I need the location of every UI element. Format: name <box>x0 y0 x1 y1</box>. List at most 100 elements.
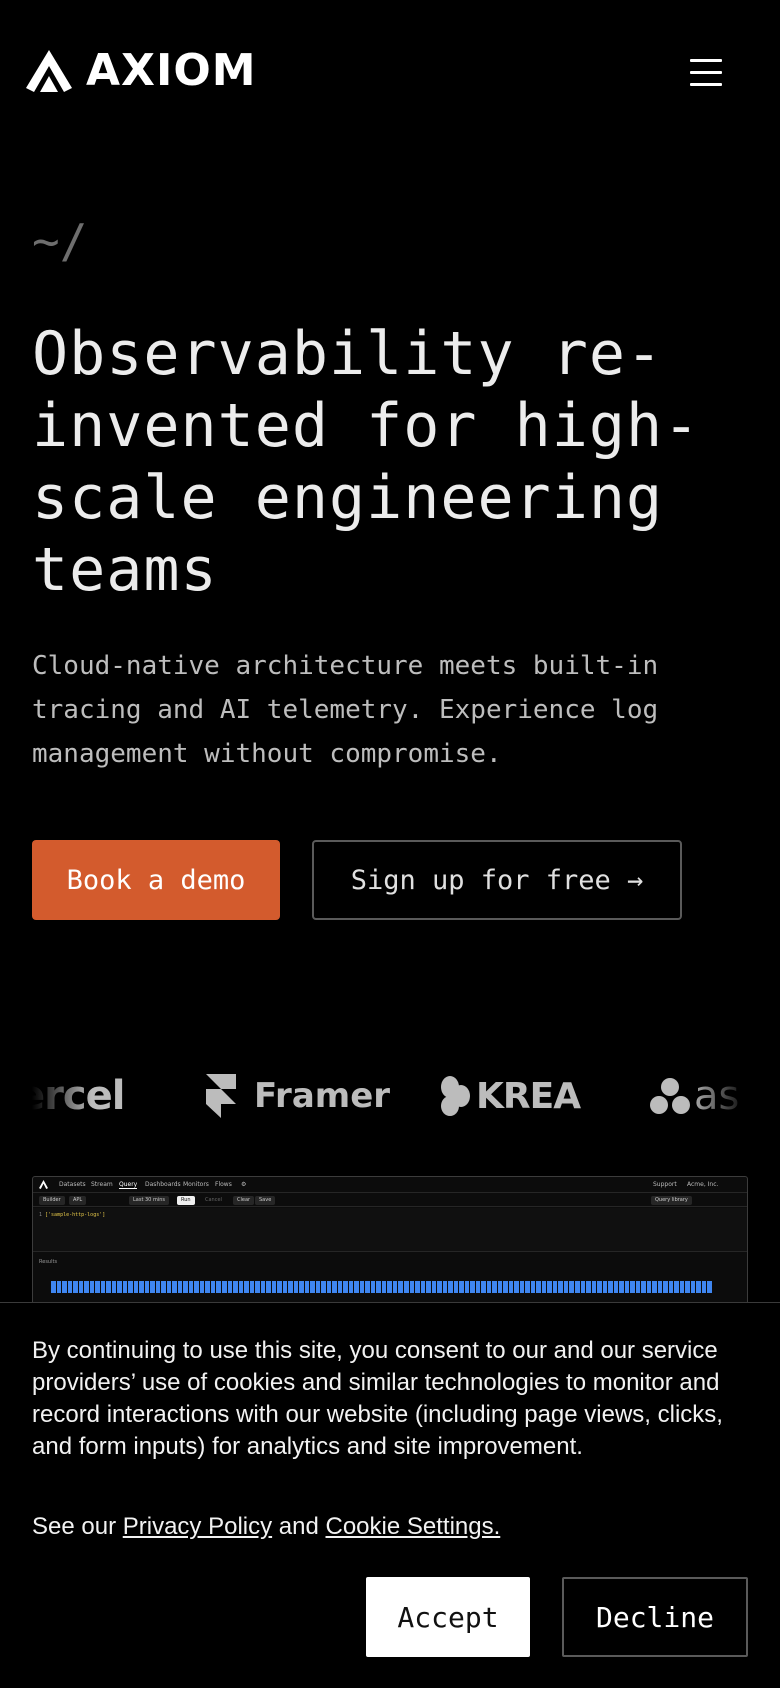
preview-histogram-bar <box>321 1281 326 1293</box>
preview-histogram-bar <box>56 1281 62 1293</box>
preview-histogram-bar <box>260 1281 266 1293</box>
preview-histogram-bar <box>233 1281 238 1293</box>
preview-histogram-bar <box>194 1281 199 1293</box>
site-header: AXIOM <box>0 0 780 150</box>
preview-histogram-bar <box>133 1281 139 1293</box>
preview-histogram-bar <box>420 1281 426 1293</box>
preview-histogram-bar <box>150 1281 155 1293</box>
cookie-settings-link[interactable]: Cookie Settings. <box>326 1513 501 1540</box>
preview-histogram-bar <box>442 1281 448 1293</box>
preview-histogram-bar <box>221 1281 227 1293</box>
preview-settings-icon: ⚙ <box>241 1181 247 1188</box>
preview-results-label: Results <box>39 1259 58 1265</box>
preview-histogram-bar <box>244 1281 249 1293</box>
preview-histogram-bar <box>591 1281 597 1293</box>
preview-histogram-bar <box>381 1281 387 1293</box>
axiom-mini-icon <box>39 1180 48 1189</box>
hero-subtitle: Cloud-native architecture meets built-in… <box>32 651 659 769</box>
krea-wordmark: KREA <box>476 1075 581 1117</box>
preview-histogram <box>51 1281 712 1293</box>
preview-histogram-bar <box>67 1281 73 1293</box>
preview-histogram-bar <box>304 1281 310 1293</box>
preview-histogram-bar <box>657 1281 663 1293</box>
framer-logo: Framer <box>206 1066 390 1126</box>
preview-histogram-bar <box>144 1281 150 1293</box>
preview-histogram-bar <box>679 1281 685 1293</box>
brand-name: AXIOM <box>86 45 257 96</box>
preview-query-library: Query library <box>651 1196 692 1205</box>
preview-histogram-bar <box>84 1281 89 1293</box>
preview-builder: Builder <box>39 1196 65 1205</box>
preview-histogram-bar <box>663 1281 668 1293</box>
preview-histogram-bar <box>161 1281 166 1293</box>
preview-nav-query: Query <box>119 1181 138 1189</box>
preview-histogram-bar <box>470 1281 475 1293</box>
sign-up-button[interactable]: Sign up for free → <box>312 840 682 920</box>
preview-nav-dashboards: Dashboards <box>145 1181 181 1188</box>
preview-histogram-bar <box>172 1281 177 1293</box>
preview-histogram-bar <box>128 1281 133 1293</box>
accept-button[interactable]: Accept <box>366 1577 530 1657</box>
preview-histogram-bar <box>188 1281 194 1293</box>
decline-button[interactable]: Decline <box>562 1577 748 1657</box>
preview-histogram-bar <box>481 1281 486 1293</box>
axiom-logo-icon <box>26 50 72 92</box>
cookie-banner: By continuing to use this site, you cons… <box>0 1302 780 1688</box>
cookie-links-line: See our Privacy Policy and Cookie Settin… <box>32 1511 752 1543</box>
preview-histogram-bar <box>646 1281 652 1293</box>
hero-eyebrow: ~/ <box>32 214 88 268</box>
preview-histogram-bar <box>139 1281 144 1293</box>
preview-histogram-bar <box>78 1281 84 1293</box>
preview-histogram-bar <box>437 1281 442 1293</box>
krea-logo-icon <box>441 1076 470 1116</box>
preview-histogram-bar <box>348 1281 354 1293</box>
preview-histogram-bar <box>332 1281 337 1293</box>
preview-histogram-bar <box>392 1281 398 1293</box>
framer-wordmark: Framer <box>254 1076 391 1116</box>
preview-histogram-bar <box>619 1281 624 1293</box>
preview-nav-stream: Stream <box>91 1181 113 1188</box>
book-demo-button[interactable]: Book a demo <box>32 840 280 920</box>
preview-histogram-bar <box>497 1281 503 1293</box>
preview-histogram-bar <box>448 1281 453 1293</box>
preview-histogram-bar <box>205 1281 210 1293</box>
preview-toolbar: Builder APL Last 30 mins Run Cancel Clea… <box>33 1193 747 1207</box>
preview-histogram-bar <box>597 1281 602 1293</box>
preview-histogram-bar <box>343 1281 348 1293</box>
preview-histogram-bar <box>475 1281 481 1293</box>
vercel-logo: ercel <box>32 1066 125 1126</box>
preview-histogram-bar <box>227 1281 233 1293</box>
preview-editor: 1 ['sample-http-logs'] <box>33 1208 747 1252</box>
preview-histogram-bar <box>668 1281 674 1293</box>
privacy-policy-link[interactable]: Privacy Policy <box>123 1513 272 1540</box>
vercel-wordmark: ercel <box>32 1073 125 1119</box>
preview-histogram-bar <box>503 1281 508 1293</box>
preview-cancel: Cancel <box>205 1197 222 1203</box>
preview-histogram-bar <box>641 1281 646 1293</box>
preview-histogram-bar <box>431 1281 437 1293</box>
preview-histogram-bar <box>95 1281 100 1293</box>
preview-histogram-bar <box>453 1281 459 1293</box>
preview-histogram-bar <box>586 1281 591 1293</box>
preview-histogram-bar <box>508 1281 514 1293</box>
preview-clear: Clear <box>233 1196 255 1205</box>
preview-histogram-bar <box>310 1281 315 1293</box>
preview-histogram-bar <box>122 1281 128 1293</box>
preview-nav-flows: Flows <box>215 1181 232 1188</box>
preview-histogram-bar <box>166 1281 172 1293</box>
preview-histogram-bar <box>426 1281 431 1293</box>
preview-save: Save <box>255 1196 276 1205</box>
preview-histogram-bar <box>404 1281 409 1293</box>
preview-org: Acme, Inc. <box>687 1181 719 1188</box>
hamburger-menu-icon[interactable] <box>684 56 728 90</box>
asana-wordmark: as <box>694 1073 740 1119</box>
preview-histogram-bar <box>315 1281 321 1293</box>
preview-histogram-bar <box>271 1281 277 1293</box>
preview-histogram-bar <box>492 1281 497 1293</box>
preview-histogram-bar <box>563 1281 569 1293</box>
preview-histogram-bar <box>674 1281 679 1293</box>
axiom-logo[interactable]: AXIOM <box>24 48 257 94</box>
preview-histogram-bar <box>199 1281 205 1293</box>
preview-histogram-bar <box>282 1281 288 1293</box>
preview-histogram-bar <box>249 1281 255 1293</box>
